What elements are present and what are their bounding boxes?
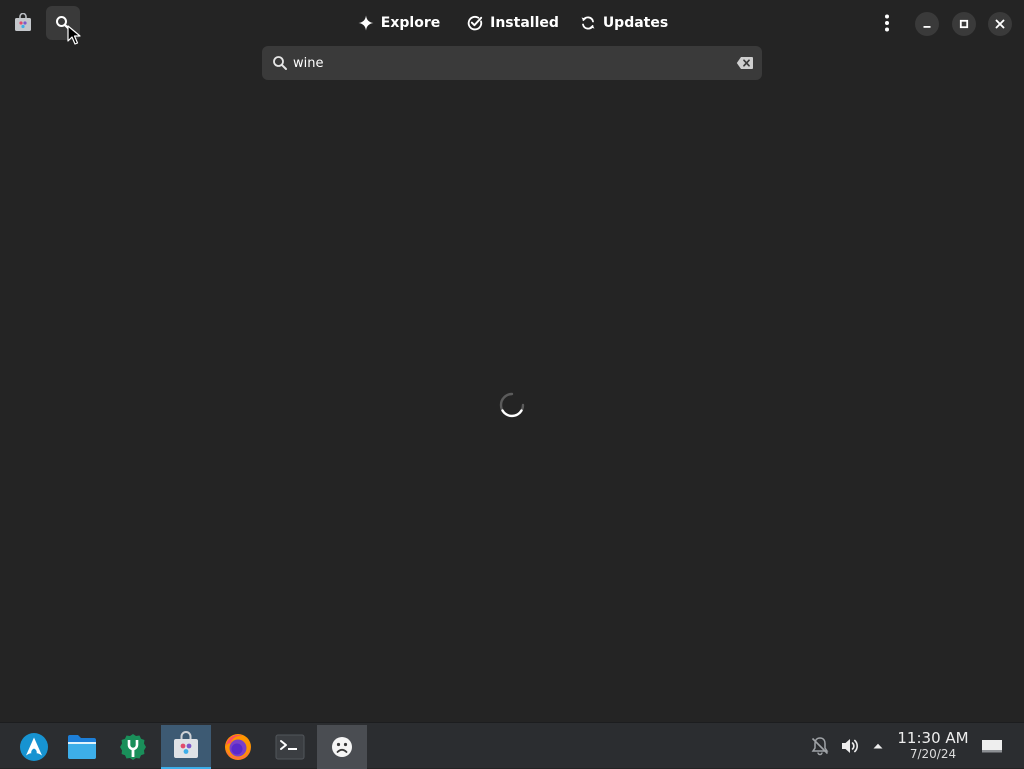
- folder-icon: [68, 735, 96, 759]
- firefox-launcher-button[interactable]: [213, 725, 263, 769]
- application-launcher-button[interactable]: [9, 725, 59, 769]
- tab-updates[interactable]: Updates: [568, 7, 680, 39]
- sparkle-icon: [358, 15, 374, 31]
- search-icon: [273, 56, 287, 70]
- mouse-cursor-icon: [67, 25, 81, 45]
- terminal-launcher-button[interactable]: [265, 725, 315, 769]
- tab-installed-label: Installed: [490, 15, 559, 31]
- software-bag-icon: [13, 12, 33, 33]
- clock-time: 11:30 AM: [897, 729, 969, 747]
- notifications-muted-icon: [811, 737, 829, 756]
- tab-explore[interactable]: Explore: [340, 7, 458, 39]
- green-gear-icon: [120, 734, 146, 760]
- system-tool-launcher-button[interactable]: [108, 725, 158, 769]
- refresh-icon: [581, 16, 595, 30]
- maximize-button[interactable]: [952, 12, 976, 36]
- clock[interactable]: 11:30 AM 7/20/24: [893, 729, 973, 761]
- backspace-clear-icon[interactable]: [736, 56, 754, 70]
- files-launcher-button[interactable]: [57, 725, 107, 769]
- firefox-icon: [225, 734, 251, 760]
- maximize-icon: [959, 19, 969, 29]
- tab-installed[interactable]: Installed: [458, 7, 568, 39]
- open-window-task[interactable]: [317, 725, 367, 769]
- kebab-menu-icon: [885, 14, 889, 32]
- header-bar: Explore Installed Updates: [0, 0, 1024, 46]
- close-button[interactable]: [988, 12, 1012, 36]
- tab-explore-label: Explore: [380, 15, 441, 31]
- search-bar: [262, 46, 762, 80]
- sad-face-icon: [332, 737, 352, 757]
- clock-date: 7/20/24: [909, 747, 957, 761]
- show-desktop-icon: [982, 740, 1002, 753]
- software-bag-icon: [174, 731, 198, 758]
- tray-expand-arrow-icon: [873, 743, 883, 749]
- main-menu-button[interactable]: [873, 9, 901, 37]
- close-icon: [995, 19, 1005, 29]
- arch-logo-icon: [20, 733, 48, 761]
- view-switcher: Explore Installed Updates: [340, 7, 680, 39]
- taskbar: [0, 722, 1024, 769]
- volume-tray-button[interactable]: [838, 723, 862, 769]
- show-desktop-button[interactable]: [978, 723, 1006, 769]
- minimize-button[interactable]: [915, 12, 939, 36]
- spinner-icon: [499, 392, 525, 418]
- search-input[interactable]: [292, 46, 722, 80]
- software-launcher-button[interactable]: [161, 725, 211, 769]
- check-circle-icon: [467, 15, 483, 31]
- volume-icon: [842, 739, 858, 753]
- minimize-icon: [923, 26, 931, 28]
- notifications-tray-button[interactable]: [808, 723, 832, 769]
- tab-updates-label: Updates: [602, 15, 669, 31]
- terminal-icon: [275, 734, 305, 760]
- tray-expand-button[interactable]: [870, 723, 886, 769]
